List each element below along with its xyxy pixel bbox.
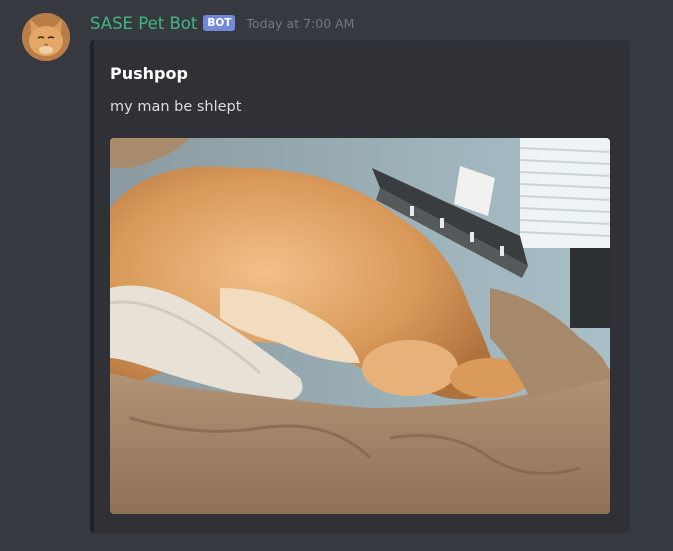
- author-username[interactable]: SASE Pet Bot: [90, 14, 197, 33]
- embed-description: my man be shlept: [110, 99, 242, 115]
- embed-title: Pushpop: [110, 64, 188, 83]
- message-embed: Pushpop my man be shlept: [90, 40, 630, 533]
- embed-image[interactable]: [110, 138, 610, 514]
- bot-avatar[interactable]: [22, 13, 70, 61]
- message-header: SASE Pet Bot BOT Today at 7:00 AM: [90, 11, 354, 35]
- cat-face-icon: [22, 13, 70, 61]
- chat-message: SASE Pet Bot BOT Today at 7:00 AM Pushpo…: [0, 0, 673, 551]
- message-timestamp[interactable]: Today at 7:00 AM: [246, 16, 354, 31]
- bot-badge: BOT: [203, 15, 236, 31]
- cat-photo-image: [110, 138, 610, 514]
